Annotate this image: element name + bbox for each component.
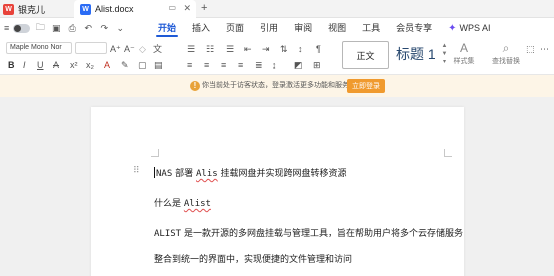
align-right-icon[interactable]: ≡	[221, 59, 226, 71]
justify-icon[interactable]: ≡	[238, 59, 243, 71]
more-icon[interactable]: ⌄	[114, 23, 126, 34]
save-icon[interactable]: ▣	[50, 23, 62, 34]
subscript-icon[interactable]: x₂	[86, 59, 94, 71]
select-icon[interactable]: ⬚	[526, 43, 535, 55]
search-icon: ⌕	[502, 41, 510, 55]
drag-handle-icon[interactable]: ⠿	[133, 165, 140, 176]
document-paragraph[interactable]: ALIST 是一款开源的多网盘挂载与管理工具，旨在帮助用户将多个云存储服务	[154, 226, 463, 239]
word-doc-icon: W	[80, 3, 91, 15]
styles-set-button[interactable]: A 样式集	[450, 40, 478, 66]
quick-access-toolbar: ≡ 🗀 ▣ ⎙ ↶ ↷ ⌄	[0, 20, 150, 36]
text-cursor	[154, 167, 155, 178]
menu-bar: ≡ 🗀 ▣ ⎙ ↶ ↷ ⌄ 开始 插入 页面 引用 审阅 视图 工具 会员专享 …	[0, 18, 554, 38]
paragraph-text: 是一款开源的多网盘挂载与管理工具，旨在帮助用户将多个云存储服务	[181, 229, 463, 239]
guest-notice-bar: ! 你当前处于访客状态，登录激活更多功能和服务。 立即登录	[0, 75, 554, 97]
highlight-icon[interactable]: ✎	[121, 59, 129, 71]
borders-icon[interactable]: ⊞	[313, 59, 321, 71]
document-workspace: ⠿ NAS 部署 Alis 挂载网盘并实现跨网盘转移资源 什么是 Alist A…	[0, 97, 554, 276]
distribute-icon[interactable]: ≣	[255, 59, 263, 71]
heading-prefix: NAS	[156, 169, 173, 179]
font-size-select[interactable]	[75, 42, 107, 54]
font-color-icon[interactable]: A	[104, 59, 110, 71]
heading-part: 部署	[172, 169, 196, 179]
line-spacing-icon[interactable]: ↨	[272, 59, 277, 71]
document-page[interactable]: ⠿ NAS 部署 Alis 挂载网盘并实现跨网盘转移资源 什么是 Alist A…	[91, 107, 464, 276]
menu-icon[interactable]: ≡	[4, 23, 9, 33]
decrease-indent-icon[interactable]: ⇤	[244, 43, 252, 55]
show-marks-icon[interactable]: ¶	[316, 43, 321, 55]
subheading-prefix: 什么是	[154, 199, 184, 209]
document-tab[interactable]: W Alist.docx ▭ ✕	[74, 0, 196, 18]
print-icon[interactable]: ⎙	[66, 23, 78, 34]
folder-icon[interactable]: 🗀	[34, 20, 46, 36]
document-heading[interactable]: NAS 部署 Alis 挂载网盘并实现跨网盘转移资源	[154, 166, 347, 179]
numbered-list-icon[interactable]: ☷	[206, 43, 214, 55]
menu-tabs: 开始 插入 页面 引用 审阅 视图 工具 会员专享 ✦ WPS AI	[150, 18, 491, 38]
margin-corner-mark	[444, 149, 452, 157]
document-paragraph-continued[interactable]: 整合到统一的界面中，实现便捷的文件管理和访问	[154, 252, 352, 265]
strikethrough-icon[interactable]: A	[53, 59, 59, 71]
grow-font-icon[interactable]: A⁺	[110, 43, 121, 55]
paragraph-word: ALIST	[154, 229, 182, 239]
char-border-icon[interactable]: ▢	[138, 59, 147, 71]
menu-tab-review[interactable]: 审阅	[286, 18, 320, 38]
menu-tab-view[interactable]: 视图	[320, 18, 354, 38]
wps-ai-label: WPS AI	[459, 23, 491, 33]
menu-tab-member[interactable]: 会员专享	[388, 18, 440, 38]
italic-icon[interactable]: I	[23, 59, 26, 71]
pinyin-icon[interactable]: 文	[153, 43, 162, 55]
bullet-list-icon[interactable]: ☰	[187, 43, 195, 55]
undo-icon[interactable]: ↶	[82, 23, 94, 34]
close-tab-icon[interactable]: ✕	[183, 3, 191, 14]
style-normal[interactable]: 正文	[342, 41, 389, 69]
font-name-select[interactable]: Maple Mono Nor	[6, 42, 72, 54]
increase-indent-icon[interactable]: ⇥	[262, 43, 270, 55]
user-label: 银克儿	[18, 4, 46, 15]
text-direction-icon[interactable]: ⇅	[280, 43, 288, 55]
wps-logo-icon: W	[3, 3, 14, 15]
add-tab-button[interactable]: +	[201, 2, 207, 14]
styles-set-icon: A	[459, 41, 468, 55]
heading-rest: 挂载网盘并实现跨网盘转移资源	[217, 169, 347, 179]
style-gallery-scroll[interactable]: ▲ ▼ ▾	[441, 42, 448, 66]
user-tab[interactable]: W 银克儿	[0, 0, 72, 18]
shrink-font-icon[interactable]: A⁻	[124, 43, 135, 55]
ribbon: Maple Mono Nor A⁺ A⁻ ◇ 文 B I U A x² x₂ A…	[0, 38, 554, 75]
char-shading-icon[interactable]: ▤	[154, 59, 163, 71]
menu-tab-tools[interactable]: 工具	[354, 18, 388, 38]
menu-tab-references[interactable]: 引用	[252, 18, 286, 38]
align-left-icon[interactable]: ≡	[187, 59, 192, 71]
style-heading-1[interactable]: 标题 1	[396, 44, 436, 64]
multilevel-list-icon[interactable]: ☰	[226, 43, 234, 55]
menu-tab-page[interactable]: 页面	[218, 18, 252, 38]
warning-icon: !	[190, 81, 200, 91]
wps-ai-button[interactable]: ✦ WPS AI	[440, 23, 490, 34]
align-center-icon[interactable]: ≡	[204, 59, 209, 71]
bold-icon[interactable]: B	[8, 59, 15, 71]
menu-tab-insert[interactable]: 插入	[184, 18, 218, 38]
underline-icon[interactable]: U	[37, 59, 44, 71]
monitor-icon[interactable]: ▭	[168, 3, 176, 12]
title-bar: W 银克儿 W Alist.docx ▭ ✕ +	[0, 0, 554, 18]
sort-icon[interactable]: ↕	[298, 43, 303, 55]
toggle-switch[interactable]	[13, 23, 31, 33]
margin-corner-mark	[151, 149, 159, 157]
ribbon-more-icon[interactable]: ⋯	[540, 43, 549, 55]
notice-text: 你当前处于访客状态，登录激活更多功能和服务。	[202, 82, 356, 89]
shading-icon[interactable]: ◩	[294, 59, 303, 71]
document-subheading[interactable]: 什么是 Alist	[154, 196, 211, 209]
find-replace-button[interactable]: ⌕ 查找替换	[492, 40, 520, 66]
heading-word: Alis	[196, 169, 218, 179]
menu-tab-home[interactable]: 开始	[150, 18, 184, 38]
styles-set-label: 样式集	[453, 58, 475, 65]
subheading-word: Alist	[183, 199, 211, 209]
login-button[interactable]: 立即登录	[347, 79, 385, 93]
redo-icon[interactable]: ↷	[98, 23, 110, 34]
document-tab-title: Alist.docx	[95, 4, 134, 14]
clear-format-icon[interactable]: ◇	[139, 43, 146, 55]
find-replace-label: 查找替换	[492, 58, 520, 65]
superscript-icon[interactable]: x²	[70, 59, 78, 71]
ai-sparkle-icon: ✦	[448, 22, 457, 34]
